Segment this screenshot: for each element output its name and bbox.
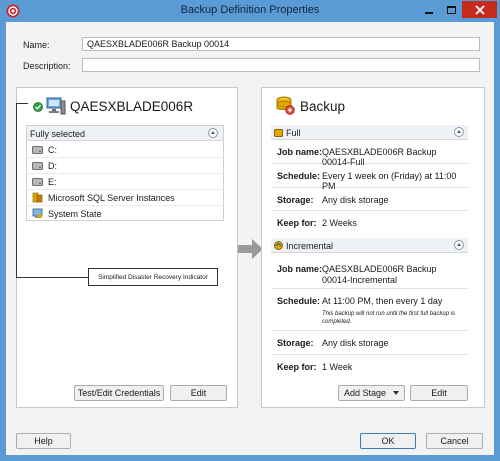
minimize-button[interactable] <box>418 1 440 18</box>
full-keep-row: Keep for: 2 Weeks <box>277 218 357 228</box>
close-icon <box>474 4 485 15</box>
callout-connector <box>16 277 88 278</box>
minimize-icon <box>425 11 433 14</box>
backup-icon <box>276 96 295 115</box>
title-bar[interactable]: Backup Definition Properties <box>0 0 500 22</box>
name-field[interactable]: QAESXBLADE006R Backup 00014 <box>82 37 480 51</box>
incremental-schedule-value: At 11:00 PM, then every 1 day <box>322 296 443 306</box>
full-job-name-row: Job name: QAESXBLADE006R Backup 00014-Fu… <box>271 140 468 167</box>
full-schedule-row: Schedule: Every 1 week on (Friday) at 11… <box>271 164 468 191</box>
selections-edit-button[interactable]: Edit <box>170 385 227 401</box>
server-name: QAESXBLADE006R <box>70 99 194 114</box>
callout-connector <box>16 103 17 277</box>
list-item[interactable]: D: <box>27 158 223 174</box>
incremental-backup-icon <box>274 241 283 250</box>
system-state-icon <box>32 208 43 219</box>
selections-list: Fully selected C: D: E: Microsoft SQL Se… <box>26 125 224 221</box>
maximize-button[interactable] <box>440 1 462 18</box>
ok-button[interactable]: OK <box>360 433 416 449</box>
add-stage-label: Add Stage <box>343 388 387 398</box>
chevron-down-icon <box>393 391 400 395</box>
full-stage-header[interactable]: Full <box>271 125 468 140</box>
description-label: Description: <box>23 61 71 71</box>
collapse-icon[interactable] <box>454 127 464 137</box>
incremental-stage-label: Incremental <box>286 241 334 251</box>
server-icon <box>46 97 66 115</box>
incremental-storage-row: Storage: Any disk storage <box>271 331 468 355</box>
fully-selected-label: Fully selected <box>30 129 86 139</box>
fully-selected-header[interactable]: Fully selected <box>27 126 223 141</box>
name-label: Name: <box>23 40 50 50</box>
full-stage-label: Full <box>286 128 301 138</box>
incremental-schedule-note: This backup will not run until the first… <box>322 311 456 325</box>
description-field[interactable] <box>82 58 480 72</box>
maximize-icon <box>446 5 456 14</box>
sdr-indicator-icon[interactable] <box>33 102 43 112</box>
list-item[interactable]: E: <box>27 174 223 190</box>
backup-panel: Backup Full Job name: QAESXBLADE006R Bac… <box>261 87 485 408</box>
collapse-icon[interactable] <box>454 240 464 250</box>
backup-title: Backup <box>300 99 346 114</box>
add-stage-button[interactable]: Add Stage <box>338 385 405 401</box>
list-item[interactable]: C: <box>27 142 223 158</box>
selections-panel: QAESXBLADE006R Fully selected C: D: E: M… <box>16 87 238 408</box>
list-item[interactable]: Microsoft SQL Server Instances <box>27 190 223 206</box>
list-item[interactable]: System State <box>27 206 223 222</box>
close-button[interactable] <box>462 1 497 18</box>
incremental-stage-header[interactable]: Incremental <box>271 238 468 253</box>
sdr-indicator-callout: Simplified Disaster Recovery Indicator <box>88 268 218 286</box>
full-storage-row: Storage: Any disk storage <box>271 188 468 211</box>
incremental-keep-row: Keep for: 1 Week <box>277 362 353 372</box>
help-button[interactable]: Help <box>16 433 71 449</box>
drive-icon <box>32 146 43 154</box>
test-edit-credentials-button[interactable]: Test/Edit Credentials <box>74 385 164 401</box>
incremental-job-name-row: Job name: QAESXBLADE006R Backup 00014-In… <box>271 253 468 289</box>
backup-edit-button[interactable]: Edit <box>410 385 468 401</box>
dialog-window: Backup Definition Properties Name: QAESX… <box>0 0 500 461</box>
callout-connector <box>16 103 28 104</box>
full-backup-icon <box>274 129 283 137</box>
incremental-schedule-row: Schedule: At 11:00 PM, then every 1 day … <box>271 289 468 331</box>
dialog-body: Name: QAESXBLADE006R Backup 00014 Descri… <box>6 22 494 455</box>
drive-icon <box>32 178 43 186</box>
cancel-button[interactable]: Cancel <box>426 433 483 449</box>
drive-icon <box>32 162 43 170</box>
collapse-icon[interactable] <box>208 128 218 138</box>
sql-server-icon <box>32 192 43 203</box>
